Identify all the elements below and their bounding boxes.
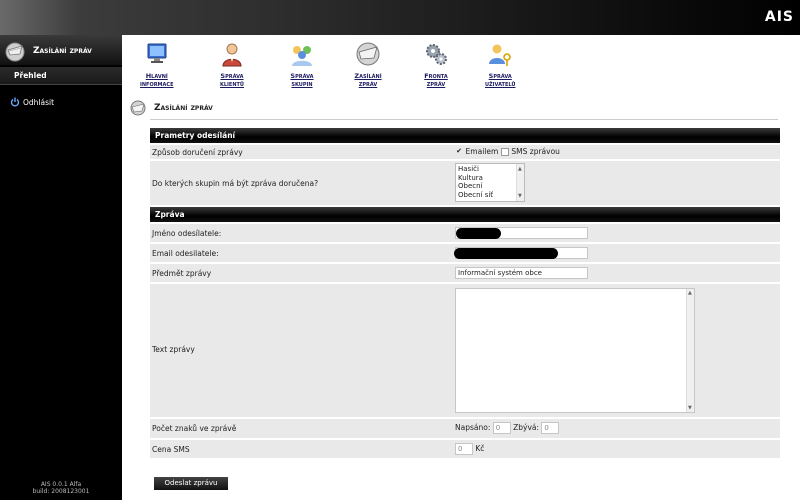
form-row-subject: Předmět zprávy Informační systém obce xyxy=(150,264,780,282)
section-header-params: Prametry odesílání xyxy=(150,128,780,143)
sender-name-label: Jméno odesílatele: xyxy=(152,229,222,238)
users-key-icon xyxy=(486,40,514,68)
redacted-block xyxy=(456,228,501,239)
sms-price-fields: 0 Kč xyxy=(455,443,484,455)
form-row-text: Text zprávy ▲ ▼ xyxy=(150,284,780,417)
currency-label: Kč xyxy=(475,444,485,453)
remaining-field: 0 xyxy=(541,422,560,434)
send-message-button[interactable]: Odeslat zprávu xyxy=(154,477,228,490)
nav-label: Zasílání zpráv xyxy=(354,72,382,88)
delivery-label: Způsob doručení zprávy xyxy=(152,148,243,157)
nav-label: Správa klientů xyxy=(220,72,244,88)
scroll-down-icon[interactable]: ▼ xyxy=(518,192,522,201)
sidebar-header: Zasílání zpráv xyxy=(0,35,122,65)
gears-icon xyxy=(422,40,450,68)
sms-checkbox[interactable] xyxy=(500,147,509,156)
remaining-label: Zbývá: xyxy=(513,423,540,432)
version-info: AIS 0.0.1 Alfa build: 2008123001 xyxy=(0,481,122,495)
list-item[interactable]: Hasiči xyxy=(458,165,522,174)
sms-price-field: 0 xyxy=(455,443,473,455)
sidebar-item-label: Přehled xyxy=(14,71,47,80)
sender-email-label: Email odesilatele: xyxy=(152,249,219,258)
nav-label: Hlavní informace xyxy=(140,72,174,88)
page-title: Zasílání zpráv xyxy=(154,103,213,113)
form-row-sms-price: Cena SMS 0 Kč xyxy=(150,440,780,458)
form-row-charcount: Počet znaků ve zprávě Napsáno: 0 Zbývá: … xyxy=(150,419,780,438)
title-divider xyxy=(150,119,778,120)
group-icon xyxy=(288,40,316,68)
nav-hlavni-informace[interactable]: Hlavní informace xyxy=(140,40,174,88)
sms-price-label: Cena SMS xyxy=(152,445,190,454)
form-row-sender-name: Jméno odesílatele: xyxy=(150,224,780,242)
scroll-up-icon[interactable]: ▲ xyxy=(518,165,522,174)
monitor-icon xyxy=(143,40,171,68)
form-row-delivery: Způsob doručení zprávy ✔ Emailem SMS zpr… xyxy=(150,145,780,159)
listbox-scrollbar[interactable]: ▲ ▼ xyxy=(516,164,524,201)
version-text: AIS 0.0.1 Alfa xyxy=(40,481,82,488)
email-option-label: Emailem xyxy=(465,147,499,156)
delivery-options: ✔ Emailem SMS zprávou xyxy=(455,147,560,156)
brand-logo: AIS xyxy=(764,9,794,25)
message-icon xyxy=(354,40,382,68)
top-header-bar: AIS xyxy=(0,0,800,35)
list-item[interactable]: Kultura xyxy=(458,174,522,183)
form-row-groups: Do kterých skupin má být zpráva doručena… xyxy=(150,161,780,205)
subject-label: Předmět zprávy xyxy=(152,269,212,278)
groups-label: Do kterých skupin má být zpráva doručena… xyxy=(152,179,319,188)
list-item[interactable]: Obecní xyxy=(458,182,522,191)
text-label: Text zprávy xyxy=(152,345,195,354)
nav-label: Správa skupin xyxy=(290,72,314,88)
charcount-fields: Napsáno: 0 Zbývá: 0 xyxy=(455,422,560,434)
nav-sprava-skupin[interactable]: Správa skupin xyxy=(288,40,316,88)
email-checkbox[interactable]: ✔ xyxy=(455,147,463,156)
logout-label: Odhlásit xyxy=(23,98,55,107)
sidebar: Zasílání zpráv Přehled Odhlásit AIS 0.0.… xyxy=(0,35,122,500)
section-header-message: Zpráva xyxy=(150,207,780,222)
sms-option-label: SMS zprávou xyxy=(511,147,560,156)
written-field: 0 xyxy=(492,422,511,434)
nav-label: Správa uživatelů xyxy=(485,72,516,88)
nav-sprava-klientu[interactable]: Správa klientů xyxy=(218,40,246,88)
groups-listbox[interactable]: Hasiči Kultura Obecní Obecní síť ▲ ▼ xyxy=(455,163,525,202)
message-icon xyxy=(130,100,146,118)
charcount-label: Počet znaků ve zprávě xyxy=(152,424,237,433)
message-textarea[interactable]: ▲ ▼ xyxy=(455,288,695,413)
form-row-sender-email: Email odesilatele: xyxy=(150,244,780,262)
textarea-scrollbar[interactable]: ▲ ▼ xyxy=(686,289,694,412)
power-icon xyxy=(10,97,20,109)
scroll-down-icon[interactable]: ▼ xyxy=(688,405,692,411)
subject-input[interactable]: Informační systém obce xyxy=(455,267,588,279)
list-item[interactable]: Obecní síť xyxy=(458,191,522,200)
sidebar-item-overview[interactable]: Přehled xyxy=(0,67,122,85)
scroll-up-icon[interactable]: ▲ xyxy=(688,290,692,296)
nav-fronta-zprav[interactable]: Fronta zpráv xyxy=(422,40,450,88)
user-icon xyxy=(218,40,246,68)
nav-label: Fronta zpráv xyxy=(424,72,448,88)
logout-link[interactable]: Odhlásit xyxy=(10,97,54,109)
redacted-block xyxy=(454,248,558,259)
sidebar-title: Zasílání zpráv xyxy=(33,46,92,56)
written-label: Napsáno: xyxy=(455,423,491,432)
message-form: Prametry odesílání Způsob doručení zpráv… xyxy=(150,128,780,460)
message-icon xyxy=(4,40,26,64)
build-text: build: 2008123001 xyxy=(32,488,90,495)
nav-zasilani-zprav[interactable]: Zasílání zpráv xyxy=(354,40,382,88)
nav-sprava-uzivatelu[interactable]: Správa uživatelů xyxy=(485,40,515,88)
